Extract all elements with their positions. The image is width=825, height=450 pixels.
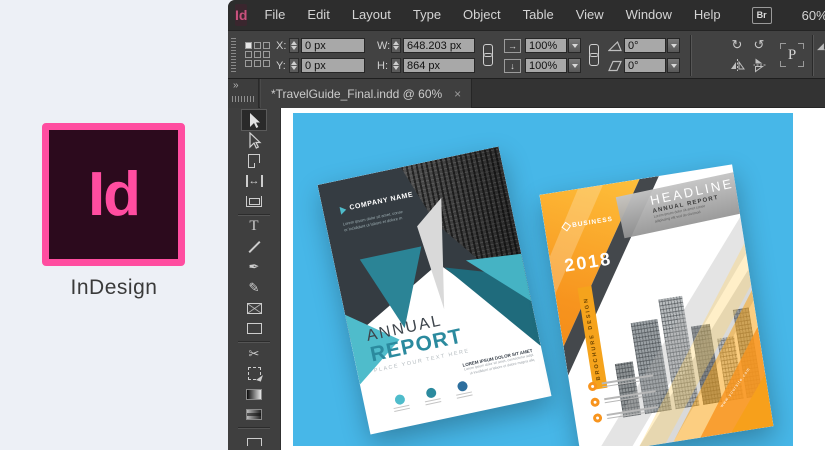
contact-dot-icon	[592, 413, 602, 423]
shear-input[interactable]	[624, 58, 666, 73]
line-tool[interactable]	[242, 237, 266, 257]
control-panel-separator	[812, 35, 813, 76]
w-label: W:	[377, 40, 390, 52]
window-content: ↔ T ✒ ✎ ✂	[228, 108, 825, 450]
app-logo-icon: Id	[235, 4, 247, 26]
desktop-area: Id InDesign	[0, 0, 228, 450]
headline-brochure[interactable]: HEADLINE ANNUAL REPORT Lorem ipsum dolor…	[539, 164, 773, 446]
menu-bar: Id File Edit Layout Type Object Table Vi…	[228, 0, 825, 30]
gradient-feather-tool[interactable]	[242, 404, 266, 424]
collapse-chevrons-icon[interactable]: »	[233, 80, 239, 91]
paragraph-proxy-icon[interactable]: P	[780, 41, 804, 69]
document-tab[interactable]: *TravelGuide_Final.indd @ 60% ×	[260, 79, 472, 108]
y-stepper[interactable]	[289, 58, 299, 73]
menu-object[interactable]: Object	[452, 0, 512, 30]
scale-x-icon: →	[504, 39, 521, 53]
w-stepper[interactable]	[391, 38, 401, 53]
contact-dot-icon	[587, 382, 597, 392]
flip-horizontal-button[interactable]	[728, 57, 746, 73]
gradient-swatch-tool[interactable]	[242, 384, 266, 404]
h-input[interactable]	[403, 58, 475, 73]
menu-window[interactable]: Window	[615, 0, 683, 30]
brochure-footer-text: LOREM IPSUM DOLOR SIT AMET Lorem ipsum d…	[462, 348, 535, 378]
toolbar-separator	[238, 427, 270, 428]
zoom-level-value: 60%	[802, 8, 825, 23]
menu-file[interactable]: File	[253, 0, 296, 30]
close-tab-icon[interactable]: ×	[454, 87, 461, 101]
scale-x-dropdown[interactable]	[568, 38, 581, 53]
x-input[interactable]	[301, 38, 365, 53]
selection-tool[interactable]	[242, 110, 266, 130]
x-label: X:	[276, 40, 286, 52]
y-input[interactable]	[301, 58, 365, 73]
indesign-app-icon[interactable]: Id	[42, 123, 185, 266]
menu-help[interactable]: Help	[683, 0, 732, 30]
w-input[interactable]	[403, 38, 475, 53]
reference-point-proxy[interactable]	[245, 42, 270, 67]
indesign-window: Id File Edit Layout Type Object Table Vi…	[228, 0, 825, 450]
toolbar-separator	[238, 214, 270, 215]
logo-triangle-icon	[339, 205, 347, 214]
dot-icon	[425, 387, 437, 399]
rotate-ccw-button[interactable]: ↺	[750, 37, 768, 53]
note-tool[interactable]	[242, 430, 266, 450]
scissors-tool[interactable]: ✂	[242, 343, 266, 363]
tools-panel: ↔ T ✒ ✎ ✂	[228, 108, 281, 450]
scale-y-input[interactable]	[525, 58, 567, 73]
dot-icon	[456, 380, 468, 392]
control-panel: X: Y: W: H: → ↓	[228, 30, 825, 79]
indesign-icon-glyph: Id	[88, 159, 139, 230]
free-transform-tool[interactable]	[242, 364, 266, 384]
constrain-dimensions-link-icon[interactable]	[482, 44, 492, 66]
h-label: H:	[377, 60, 388, 72]
shear-angle-icon	[606, 58, 624, 74]
annual-report-brochure[interactable]: COMPANY NAME Lorem ipsum dolor sit amet,…	[318, 147, 552, 435]
edge-partial-icons: ◢◢	[817, 39, 825, 73]
panel-grip[interactable]	[231, 38, 236, 73]
constrain-scale-link-icon[interactable]	[588, 44, 598, 66]
flip-vertical-button[interactable]	[750, 57, 768, 73]
toolbar-separator	[238, 341, 270, 342]
scale-y-icon: ↓	[504, 59, 521, 73]
rotation-dropdown[interactable]	[667, 38, 680, 53]
type-tool[interactable]: T	[242, 217, 266, 237]
rectangle-tool[interactable]	[242, 318, 266, 338]
dot-icon	[394, 394, 406, 406]
scale-x-input[interactable]	[525, 38, 567, 53]
document-tab-title: *TravelGuide_Final.indd @ 60%	[271, 87, 442, 101]
y-label: Y:	[276, 60, 286, 72]
x-stepper[interactable]	[289, 38, 299, 53]
shear-dropdown[interactable]	[667, 58, 680, 73]
bridge-button[interactable]: Br	[752, 7, 772, 24]
pasteboard[interactable]: COMPANY NAME Lorem ipsum dolor sit amet,…	[281, 108, 825, 450]
content-collector-tool[interactable]	[242, 191, 266, 211]
toolbar-header: »	[228, 79, 259, 108]
rotation-angle-icon	[606, 38, 624, 54]
menu-layout[interactable]: Layout	[341, 0, 402, 30]
feature-dots	[391, 380, 473, 412]
frame-tool[interactable]	[242, 298, 266, 318]
rotate-cw-button[interactable]: ↻	[728, 37, 746, 53]
control-panel-separator	[690, 35, 691, 76]
menu-type[interactable]: Type	[402, 0, 452, 30]
pencil-tool[interactable]: ✎	[242, 278, 266, 298]
rotation-input[interactable]	[624, 38, 666, 53]
gap-tool[interactable]: ↔	[242, 171, 266, 191]
document-tab-bar: » *TravelGuide_Final.indd @ 60% ×	[228, 79, 825, 108]
screenshot: Id InDesign Id File Edit Layout Type Obj…	[0, 0, 825, 450]
contact-dot-icon	[590, 398, 600, 408]
menu-view[interactable]: View	[565, 0, 615, 30]
toolbar-grip[interactable]	[232, 96, 255, 102]
scale-y-dropdown[interactable]	[568, 58, 581, 73]
document-page[interactable]: COMPANY NAME Lorem ipsum dolor sit amet,…	[293, 113, 793, 446]
page-tool[interactable]	[242, 151, 266, 171]
h-stepper[interactable]	[391, 58, 401, 73]
menu-table[interactable]: Table	[512, 0, 565, 30]
pen-tool[interactable]: ✒	[242, 257, 266, 277]
direct-selection-tool[interactable]	[242, 130, 266, 150]
zoom-level-dropdown[interactable]: 60%	[802, 8, 825, 23]
indesign-app-label: InDesign	[0, 276, 228, 300]
menu-edit[interactable]: Edit	[296, 0, 340, 30]
